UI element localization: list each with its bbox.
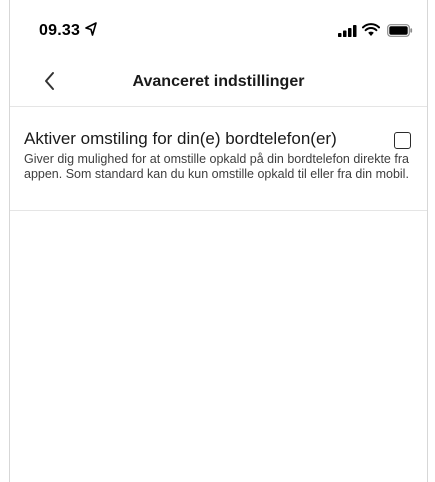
setting-title: Aktiver omstiling for din(e) bordtelefon… (24, 129, 337, 148)
page-title: Avanceret indstillinger (132, 73, 305, 90)
desk-phone-transfer-checkbox[interactable] (394, 132, 411, 149)
navigation-bar: Avanceret indstillinger (10, 58, 427, 107)
cellular-signal-icon (338, 25, 357, 37)
status-time: 09.33 (39, 22, 81, 39)
wifi-icon (362, 23, 380, 36)
status-bar: 09.33 (10, 0, 427, 40)
device-frame-right (427, 0, 435, 482)
battery-icon (387, 24, 413, 37)
device-frame-left (0, 0, 10, 482)
setting-description: Giver dig mulighed for at omstille opkal… (24, 152, 409, 181)
location-arrow-icon (85, 22, 97, 36)
screen: 09.33 Avanceret indstillinger Aktiver om… (10, 0, 427, 482)
setting-row-desk-phone-transfer[interactable]: Aktiver omstiling for din(e) bordtelefon… (10, 107, 427, 211)
